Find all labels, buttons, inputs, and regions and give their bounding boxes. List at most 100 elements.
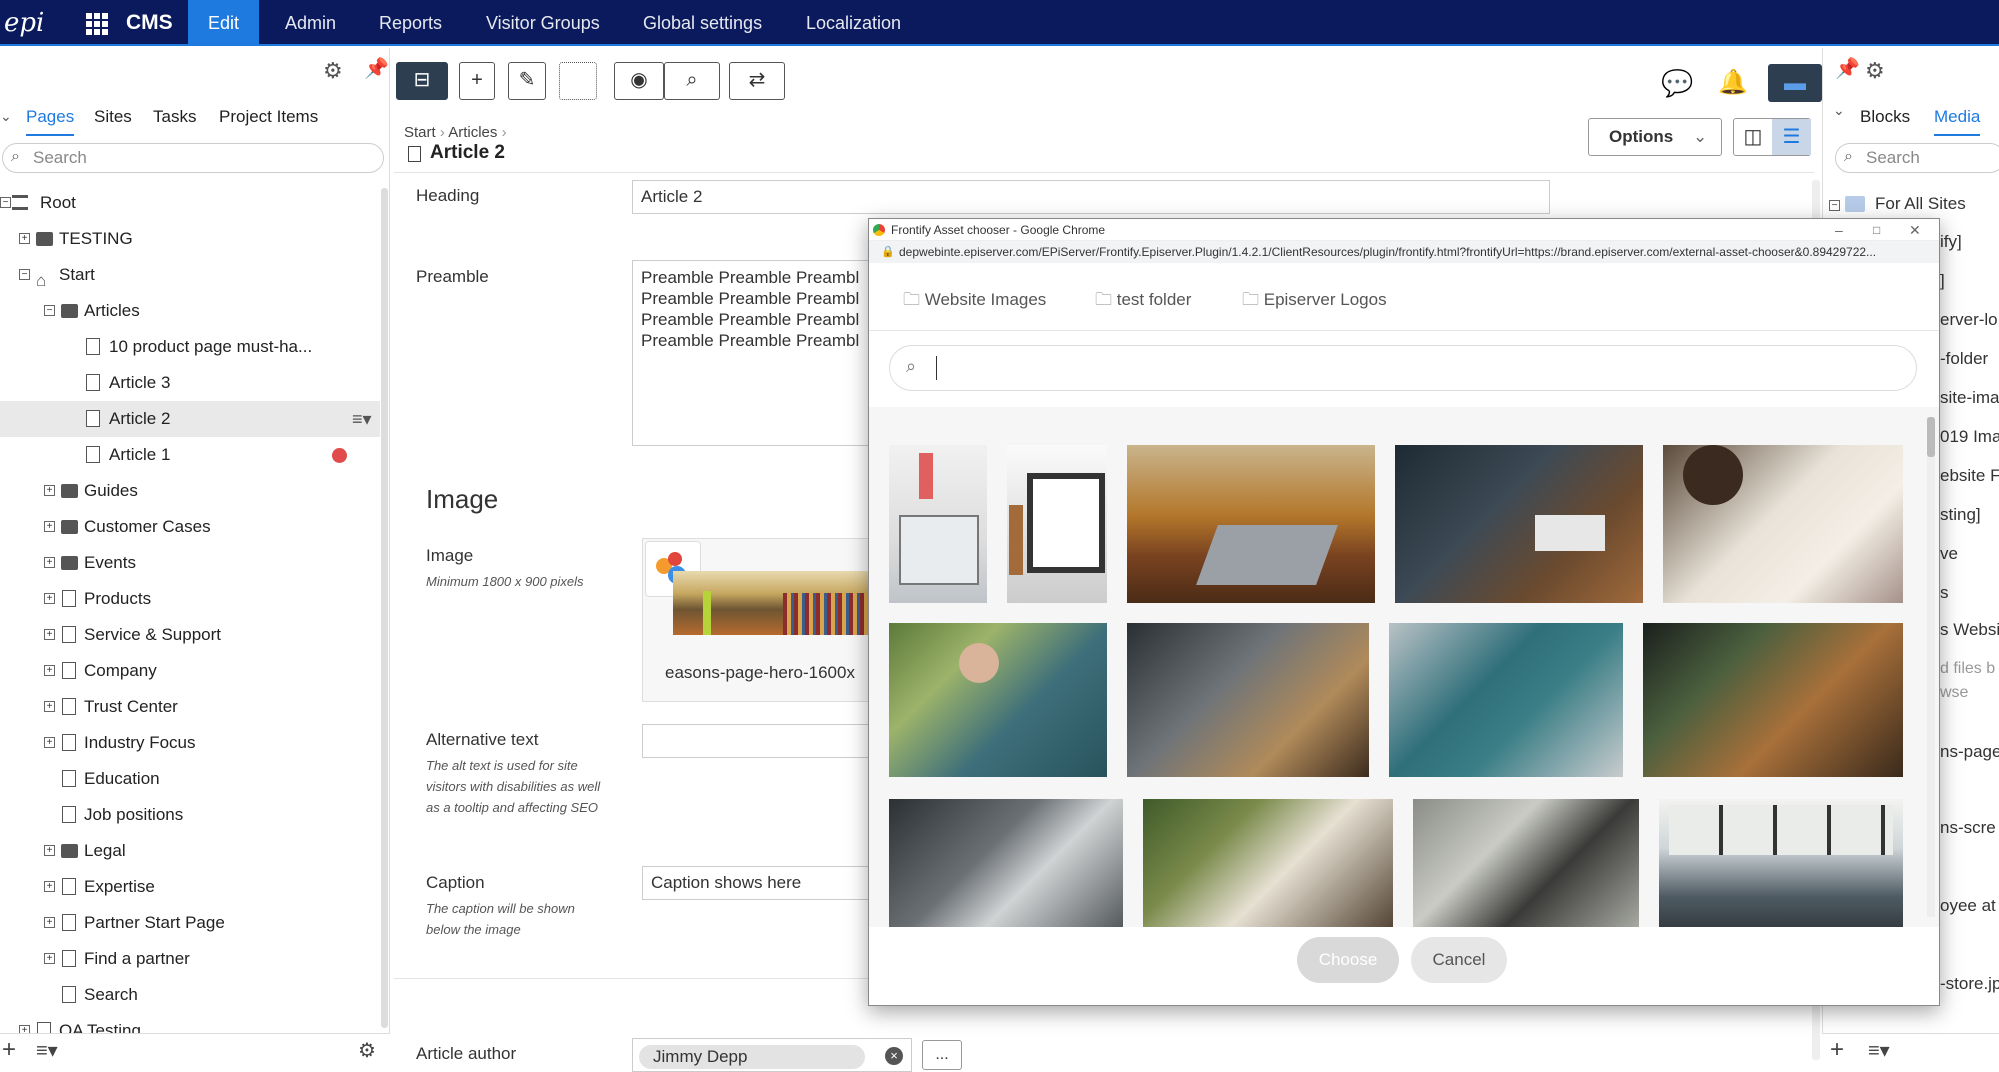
expand-icon[interactable]: + bbox=[19, 233, 30, 244]
close-icon[interactable]: ✕ bbox=[1909, 219, 1921, 241]
asset-thumbnail[interactable] bbox=[1007, 445, 1107, 603]
breadcrumb-articles[interactable]: Articles bbox=[448, 124, 497, 141]
media-folder-for-all-sites[interactable]: For All Sites bbox=[1875, 194, 1966, 214]
tree-item-guides[interactable]: + Guides bbox=[0, 473, 380, 509]
asset-thumbnail[interactable] bbox=[1389, 623, 1623, 777]
tree-item-customer-cases[interactable]: + Customer Cases bbox=[0, 509, 380, 545]
media-item[interactable]: ns-scre bbox=[1940, 818, 1996, 838]
tab-tasks[interactable]: Tasks bbox=[153, 98, 196, 136]
app-grid-icon[interactable] bbox=[86, 13, 108, 35]
preamble-textarea[interactable]: Preamble Preamble Preambl Preamble Pream… bbox=[632, 260, 872, 446]
expand-icon[interactable]: + bbox=[44, 737, 55, 748]
tree-item-article-2[interactable]: Article 2 ≡▾ bbox=[0, 401, 380, 437]
tree-item-job-positions[interactable]: Job positions bbox=[0, 797, 380, 833]
folder-tab-episerver-logos[interactable]: 🗀 Episerver Logos bbox=[1242, 287, 1387, 316]
media-item[interactable]: s Websit bbox=[1940, 620, 1999, 640]
address-bar[interactable]: 🔒 depwebinte.episerver.com/EPiServer/Fro… bbox=[869, 241, 1939, 263]
asset-thumbnail[interactable] bbox=[1663, 445, 1903, 603]
expand-icon[interactable]: + bbox=[44, 557, 55, 568]
gear-icon[interactable]: ⚙ bbox=[1865, 58, 1885, 84]
nav-edit[interactable]: Edit bbox=[188, 0, 260, 46]
nav-admin[interactable]: Admin bbox=[265, 0, 356, 46]
media-item[interactable]: ] bbox=[1940, 271, 1945, 291]
folder-tab-website-images[interactable]: 🗀 Website Images bbox=[903, 287, 1046, 316]
collapse-icon[interactable]: − bbox=[44, 305, 55, 316]
asset-thumbnail[interactable] bbox=[1643, 623, 1903, 777]
tree-item-products[interactable]: + Products bbox=[0, 581, 380, 617]
preview-eye-icon[interactable]: ◉ bbox=[614, 62, 664, 100]
media-item[interactable]: ve bbox=[1940, 544, 1958, 564]
minimize-icon[interactable]: – bbox=[1835, 219, 1843, 241]
asset-thumbnail[interactable] bbox=[889, 445, 987, 603]
collapse-icon[interactable]: − bbox=[0, 197, 11, 208]
browse-author-button[interactable]: ... bbox=[922, 1040, 962, 1070]
tree-item-partner-start-page[interactable]: + Partner Start Page bbox=[0, 905, 380, 941]
asset-thumbnail[interactable] bbox=[889, 799, 1123, 927]
tree-item-company[interactable]: + Company bbox=[0, 653, 380, 689]
author-tag[interactable]: Jimmy Depp bbox=[639, 1045, 865, 1069]
tree-item-product-page[interactable]: 10 product page must-ha... bbox=[0, 329, 380, 365]
menu-icon[interactable]: ≡▾ bbox=[36, 1038, 58, 1063]
heading-input[interactable]: Article 2 bbox=[632, 180, 1550, 214]
media-item[interactable]: erver-lo bbox=[1940, 310, 1998, 330]
asset-thumbnail[interactable] bbox=[1413, 799, 1639, 927]
expand-icon[interactable]: + bbox=[44, 629, 55, 640]
asset-thumbnail[interactable] bbox=[1127, 623, 1369, 777]
tree-item-events[interactable]: + Events bbox=[0, 545, 380, 581]
tree-item-service-support[interactable]: + Service & Support bbox=[0, 617, 380, 653]
tree-item-legal[interactable]: + Legal bbox=[0, 833, 380, 869]
asset-search-input[interactable]: ⌕ bbox=[889, 345, 1917, 391]
tree-item-qa-testing[interactable]: + QA Testing bbox=[0, 1013, 380, 1033]
tree-item-search[interactable]: Search bbox=[0, 977, 380, 1013]
settings-icon[interactable]: ⚙ bbox=[358, 1038, 376, 1063]
page-tree-search-input[interactable]: ⌕ Search bbox=[2, 143, 384, 173]
pin-icon[interactable]: 📌 bbox=[364, 56, 389, 81]
tab-sites[interactable]: Sites bbox=[94, 98, 132, 136]
asset-thumbnail[interactable] bbox=[1395, 445, 1643, 603]
asset-thumbnail[interactable] bbox=[889, 623, 1107, 777]
media-item[interactable]: site-ima bbox=[1940, 388, 1999, 408]
context-menu-icon[interactable]: ≡▾ bbox=[352, 401, 372, 437]
media-item[interactable]: s bbox=[1940, 583, 1949, 603]
tree-item-article-3[interactable]: Article 3 bbox=[0, 365, 380, 401]
grid-scrollbar[interactable] bbox=[1927, 417, 1935, 917]
notifications-bell-icon[interactable]: 🔔 bbox=[1718, 68, 1748, 97]
collapse-icon[interactable]: − bbox=[1829, 200, 1840, 211]
breadcrumb-start[interactable]: Start bbox=[404, 124, 436, 141]
toggle-navigation-pane-button[interactable]: ⊟ bbox=[396, 62, 448, 100]
media-item[interactable]: 019 Imag bbox=[1940, 427, 1999, 447]
add-icon[interactable]: + bbox=[2, 1036, 16, 1064]
expand-icon[interactable]: + bbox=[44, 881, 55, 892]
choose-button[interactable]: Choose bbox=[1297, 937, 1399, 983]
media-item[interactable]: ns-page bbox=[1940, 742, 1999, 762]
edit-button[interactable]: ✎ bbox=[508, 62, 546, 100]
tree-item-industry-focus[interactable]: + Industry Focus bbox=[0, 725, 380, 761]
expand-icon[interactable]: + bbox=[19, 1025, 30, 1033]
media-item[interactable]: ebsite F bbox=[1940, 466, 1999, 486]
comments-icon[interactable]: 💬 bbox=[1661, 68, 1693, 99]
tab-blocks[interactable]: Blocks bbox=[1860, 98, 1910, 136]
nav-reports[interactable]: Reports bbox=[359, 0, 462, 46]
media-search-input[interactable]: ⌕ Search bbox=[1835, 143, 1999, 173]
media-item[interactable]: sting] bbox=[1940, 505, 1981, 525]
media-item[interactable]: oyee at bbox=[1940, 896, 1996, 916]
asset-thumbnail[interactable] bbox=[1143, 799, 1393, 927]
tree-item-article-1[interactable]: Article 1 bbox=[0, 437, 380, 473]
all-properties-icon[interactable]: ☰ bbox=[1772, 119, 1811, 155]
expand-icon[interactable]: + bbox=[44, 485, 55, 496]
caption-input[interactable]: Caption shows here bbox=[642, 866, 874, 900]
media-item[interactable]: -folder bbox=[1940, 349, 1988, 369]
toggle-assets-pane-button[interactable]: ▬ bbox=[1768, 64, 1822, 102]
compare-button[interactable]: ⇄ bbox=[729, 62, 785, 100]
pin-icon[interactable]: 📌 bbox=[1835, 56, 1860, 81]
media-item[interactable]: ify] bbox=[1940, 232, 1962, 252]
tree-item-education[interactable]: Education bbox=[0, 761, 380, 797]
options-dropdown[interactable]: Options ⌄ bbox=[1588, 118, 1722, 156]
remove-author-icon[interactable]: × bbox=[885, 1047, 903, 1065]
tree-item-trust-center[interactable]: + Trust Center bbox=[0, 689, 380, 725]
expand-icon[interactable]: + bbox=[44, 593, 55, 604]
expand-icon[interactable]: + bbox=[44, 701, 55, 712]
tree-item-start[interactable]: − ⌂ Start bbox=[0, 257, 380, 293]
chevron-down-icon[interactable]: ⌄ bbox=[0, 108, 12, 125]
asset-thumbnail[interactable] bbox=[1127, 445, 1375, 603]
